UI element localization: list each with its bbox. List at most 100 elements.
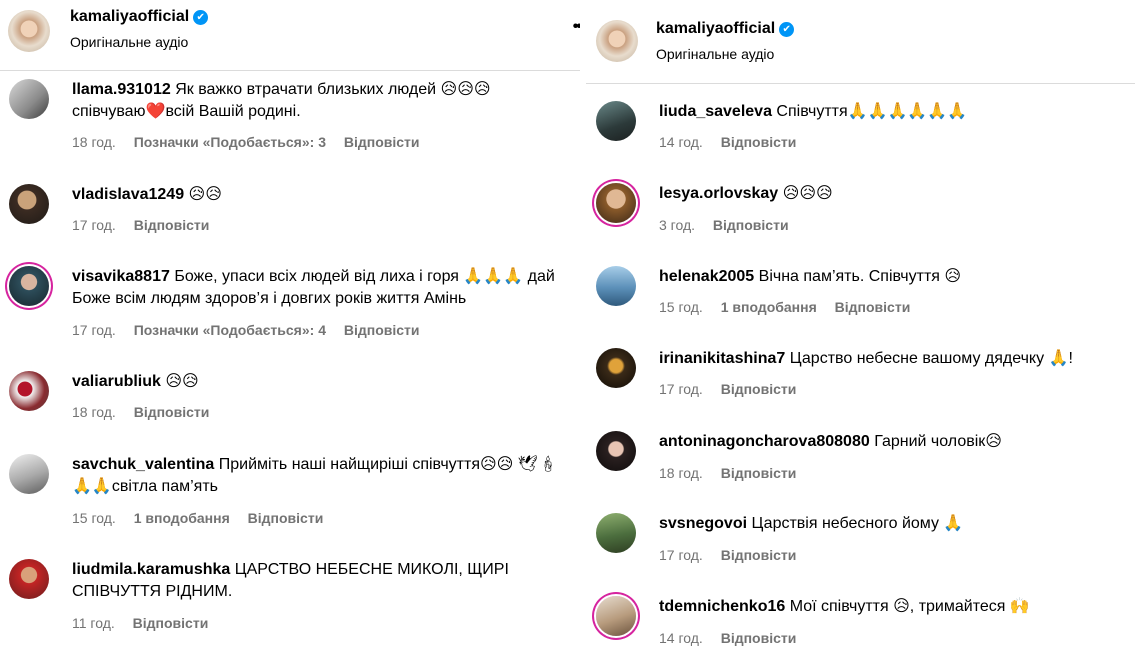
reply-button[interactable]: Відповісти <box>721 134 797 150</box>
comment-item: llama.931012 Як важко втрачати близьких … <box>0 79 580 169</box>
comment-time[interactable]: 15 год. <box>72 510 116 526</box>
audio-label[interactable]: Оригінальне аудіо <box>656 46 774 62</box>
comment-meta: 15 год. 1 вподобання Відповісти <box>72 510 337 526</box>
reply-button[interactable]: Відповісти <box>248 510 324 526</box>
commenter-avatar[interactable] <box>596 183 636 223</box>
comment-item: liuda_saveleva Співчуття🙏🙏🙏🙏🙏🙏 14 год. В… <box>586 101 1135 161</box>
reply-button[interactable]: Відповісти <box>721 547 797 563</box>
commenter-avatar[interactable] <box>9 79 49 119</box>
comment-time[interactable]: 18 год. <box>659 465 703 481</box>
comment-username[interactable]: helenak2005 <box>659 268 754 285</box>
comment-body: tdemnichenko16 Мої співчуття 😥, тримайте… <box>659 596 1115 618</box>
commenter-avatar[interactable] <box>596 101 636 141</box>
comment-likes[interactable]: Позначки «Подобається»: 4 <box>134 322 326 338</box>
comment-time[interactable]: 11 год. <box>72 615 115 631</box>
comment-text: 😥😥😥 <box>782 185 833 202</box>
comment-meta: 3 год. Відповісти <box>659 217 803 233</box>
commenter-avatar[interactable] <box>9 454 49 494</box>
comment-meta: 15 год. 1 вподобання Відповісти <box>659 299 924 315</box>
comment-username[interactable]: svsnegovoi <box>659 515 747 532</box>
comment-likes[interactable]: 1 вподобання <box>134 510 230 526</box>
commenter-avatar[interactable] <box>596 348 636 388</box>
comment-time[interactable]: 3 год. <box>659 217 695 233</box>
comment-meta: 14 год. Відповісти <box>659 134 810 150</box>
reply-button[interactable]: Відповісти <box>344 322 420 338</box>
comment-username[interactable]: savchuk_valentina <box>72 456 214 473</box>
post-header: kamaliyaofficial ✔ Оригінальне аудіо •• <box>0 0 580 71</box>
comment-item: liudmila.karamushka ЦАРСТВО НЕБЕСНЕ МИКО… <box>0 559 580 649</box>
comment-username[interactable]: irinanikitashina7 <box>659 350 785 367</box>
comment-time[interactable]: 18 год. <box>72 404 116 420</box>
comment-body: visavika8817 Боже, упаси всіх людей від … <box>72 266 560 310</box>
post-header: kamaliyaofficial ✔ Оригінальне аудіо <box>586 8 1135 84</box>
comment-item: vladislava1249 😥😥 17 год. Відповісти <box>0 184 580 244</box>
comment-time[interactable]: 17 год. <box>659 547 703 563</box>
comment-body: antoninagoncharova808080 Гарний чоловік😥 <box>659 431 1115 453</box>
comment-meta: 11 год. Відповісти <box>72 615 222 631</box>
comment-username[interactable]: liudmila.karamushka <box>72 561 230 578</box>
reply-button[interactable]: Відповісти <box>721 630 797 646</box>
commenter-avatar[interactable] <box>596 431 636 471</box>
comment-username[interactable]: valiarubliuk <box>72 373 161 390</box>
comment-username[interactable]: antoninagoncharova808080 <box>659 433 870 450</box>
comment-username[interactable]: tdemnichenko16 <box>659 598 785 615</box>
comment-time[interactable]: 18 год. <box>72 134 116 150</box>
comment-time[interactable]: 14 год. <box>659 630 703 646</box>
verified-badge-icon: ✔ <box>779 22 795 37</box>
author-avatar[interactable] <box>8 10 50 52</box>
comment-time[interactable]: 17 год. <box>72 322 116 338</box>
reply-button[interactable]: Відповісти <box>721 465 797 481</box>
left-comments-panel: kamaliyaofficial ✔ Оригінальне аудіо •• l… <box>0 0 580 652</box>
comment-meta: 14 год. Відповісти <box>659 630 810 646</box>
reply-button[interactable]: Відповісти <box>133 615 209 631</box>
author-username[interactable]: kamaliyaofficial <box>70 8 189 25</box>
commenter-avatar[interactable] <box>9 184 49 224</box>
reply-button[interactable]: Відповісти <box>134 404 210 420</box>
comment-meta: 17 год. Відповісти <box>72 217 223 233</box>
commenter-avatar[interactable] <box>596 513 636 553</box>
commenter-avatar[interactable] <box>9 266 49 306</box>
more-options-icon[interactable]: •• <box>573 18 580 36</box>
right-comments-panel: kamaliyaofficial ✔ Оригінальне аудіо liud… <box>586 0 1135 652</box>
commenter-avatar[interactable] <box>9 559 49 599</box>
commenter-avatar[interactable] <box>596 596 636 636</box>
verified-badge-icon: ✔ <box>193 10 209 25</box>
comment-username[interactable]: llama.931012 <box>72 81 171 98</box>
commenter-avatar[interactable] <box>596 266 636 306</box>
reply-button[interactable]: Відповісти <box>721 381 797 397</box>
reply-button[interactable]: Відповісти <box>835 299 911 315</box>
comment-text: Співчуття🙏🙏🙏🙏🙏🙏 <box>776 103 968 120</box>
comment-likes[interactable]: Позначки «Подобається»: 3 <box>134 134 326 150</box>
comment-body: irinanikitashina7 Царство небесне вашому… <box>659 348 1115 370</box>
author-avatar[interactable] <box>596 20 638 62</box>
comment-username[interactable]: visavika8817 <box>72 268 170 285</box>
comment-likes[interactable]: 1 вподобання <box>721 299 817 315</box>
comment-item: antoninagoncharova808080 Гарний чоловік😥… <box>586 431 1135 491</box>
comment-body: savchuk_valentina Прийміть наші найщиріш… <box>72 454 560 498</box>
comment-body: svsnegovoi Царствія небесного йому 🙏 <box>659 513 1115 535</box>
comment-time[interactable]: 17 год. <box>72 217 116 233</box>
reply-button[interactable]: Відповісти <box>134 217 210 233</box>
comment-text: Вічна пам’ять. Співчуття 😥 <box>758 268 962 285</box>
comment-time[interactable]: 15 год. <box>659 299 703 315</box>
comment-item: tdemnichenko16 Мої співчуття 😥, тримайте… <box>586 596 1135 652</box>
comment-text: Царствія небесного йому 🙏 <box>751 515 964 532</box>
reply-button[interactable]: Відповісти <box>344 134 420 150</box>
comment-meta: 18 год. Позначки «Подобається»: 3 Відпов… <box>72 134 434 150</box>
reply-button[interactable]: Відповісти <box>713 217 789 233</box>
commenter-avatar[interactable] <box>9 371 49 411</box>
comment-time[interactable]: 14 год. <box>659 134 703 150</box>
author-username[interactable]: kamaliyaofficial <box>656 20 775 37</box>
comment-item: svsnegovoi Царствія небесного йому 🙏 17 … <box>586 513 1135 573</box>
comment-username[interactable]: vladislava1249 <box>72 186 184 203</box>
comment-username[interactable]: liuda_saveleva <box>659 103 772 120</box>
comment-text: Гарний чоловік😥 <box>874 433 1002 450</box>
comment-text: Мої співчуття 😥, тримайтеся 🙌 <box>789 598 1030 615</box>
audio-label[interactable]: Оригінальне аудіо <box>70 34 188 50</box>
comment-meta: 17 год. Відповісти <box>659 547 810 563</box>
comment-time[interactable]: 17 год. <box>659 381 703 397</box>
comment-item: helenak2005 Вічна пам’ять. Співчуття 😥 1… <box>586 266 1135 326</box>
comment-username[interactable]: lesya.orlovskay <box>659 185 778 202</box>
comment-body: llama.931012 Як важко втрачати близьких … <box>72 79 560 123</box>
comment-text: 😥😥 <box>165 373 199 390</box>
